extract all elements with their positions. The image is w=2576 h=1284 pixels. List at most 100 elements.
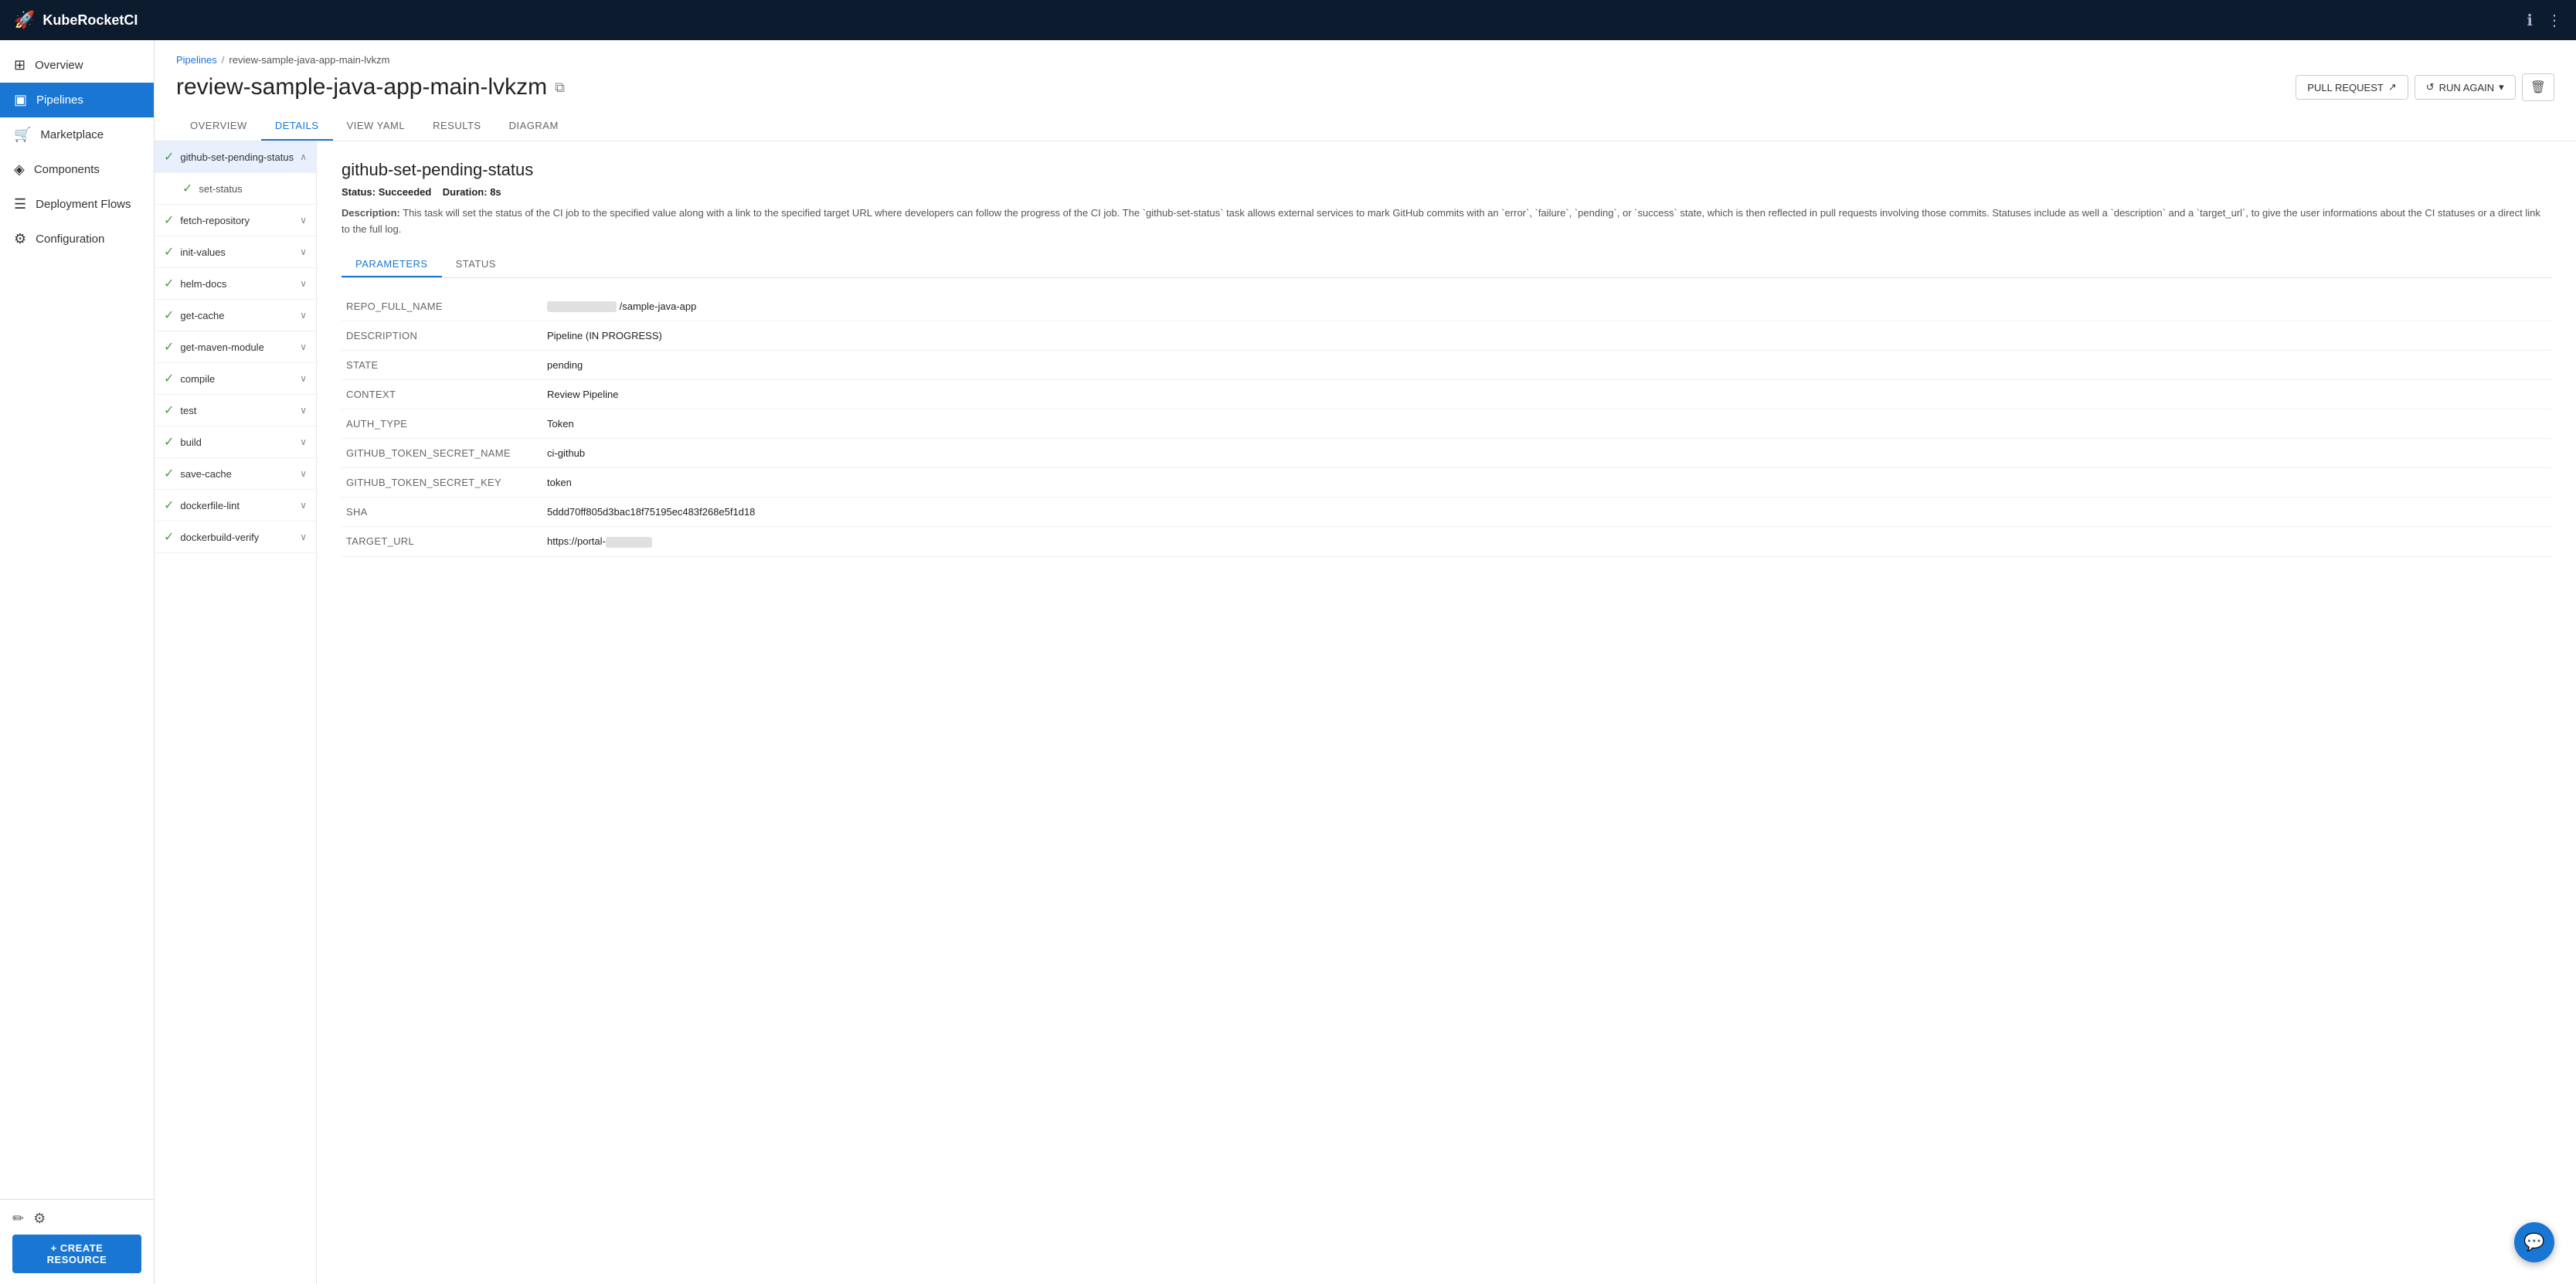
chevron-down-icon: ∨ xyxy=(300,310,307,321)
redacted-value xyxy=(547,301,617,312)
param-key: STATE xyxy=(342,351,542,380)
inner-tab-parameters[interactable]: PARAMETERS xyxy=(342,252,442,277)
detail-description: Description: This task will set the stat… xyxy=(342,206,2551,238)
sidebar-item-label: Configuration xyxy=(36,233,104,246)
more-options-icon[interactable]: ⋮ xyxy=(2547,11,2562,30)
table-row: REPO_FULL_NAME /sample-java-app xyxy=(342,292,2551,321)
content-body: ✓ github-set-pending-status ∧ ✓ set-stat… xyxy=(155,141,2576,1284)
pipeline-step-helm-docs[interactable]: ✓ helm-docs ∨ xyxy=(155,268,316,300)
step-check-icon: ✓ xyxy=(182,181,192,196)
description-label: Description: xyxy=(342,207,400,219)
breadcrumb: Pipelines / review-sample-java-app-main-… xyxy=(176,54,2554,66)
step-label: set-status xyxy=(199,183,307,195)
step-check-icon: ✓ xyxy=(164,244,174,260)
status-label: Status: xyxy=(342,186,376,198)
chevron-down-icon: ∨ xyxy=(300,468,307,479)
table-row: TARGET_URL https://portal- xyxy=(342,527,2551,557)
marketplace-icon: 🛒 xyxy=(14,127,31,143)
edit-icon[interactable]: ✏ xyxy=(12,1211,24,1227)
sidebar-item-overview[interactable]: ⊞ Overview xyxy=(0,48,154,83)
content-header: Pipelines / review-sample-java-app-main-… xyxy=(155,40,2576,141)
param-value: 5ddd70ff805d3bac18f75195ec483f268e5f1d18 xyxy=(542,498,2551,527)
header-actions: PULL REQUEST ↗ ↺ RUN AGAIN ▾ 🗑 xyxy=(2296,73,2554,101)
tab-results[interactable]: RESULTS xyxy=(419,112,495,141)
chevron-down-icon: ∨ xyxy=(300,500,307,511)
nav-brand: 🚀 KubeRocketCI xyxy=(14,10,138,30)
sidebar-item-label: Pipelines xyxy=(36,93,83,107)
step-label: github-set-pending-status xyxy=(180,151,294,163)
inner-tab-status[interactable]: STATUS xyxy=(442,252,510,277)
sidebar-nav: ⊞ Overview ▣ Pipelines 🛒 Marketplace ◈ C… xyxy=(0,40,154,1199)
redacted-value xyxy=(606,537,652,548)
step-label: get-maven-module xyxy=(180,341,294,353)
param-key: AUTH_TYPE xyxy=(342,409,542,439)
sidebar-bottom-icons: ✏ ⚙ xyxy=(12,1211,141,1227)
step-label: init-values xyxy=(180,246,294,258)
create-resource-button[interactable]: + CREATE RESOURCE xyxy=(12,1235,141,1273)
pipeline-step-save-cache[interactable]: ✓ save-cache ∨ xyxy=(155,458,316,490)
duration-label: Duration: xyxy=(443,186,488,198)
tab-overview[interactable]: OVERVIEW xyxy=(176,112,261,141)
run-again-icon: ↺ xyxy=(2426,81,2435,93)
app-logo: 🚀 xyxy=(14,10,35,30)
app-title: KubeRocketCI xyxy=(42,12,138,29)
copy-icon[interactable]: ⧉ xyxy=(555,80,565,96)
step-label: save-cache xyxy=(180,468,294,480)
sidebar: ⊞ Overview ▣ Pipelines 🛒 Marketplace ◈ C… xyxy=(0,40,155,1284)
param-key: REPO_FULL_NAME xyxy=(342,292,542,321)
sidebar-item-configuration[interactable]: ⚙ Configuration xyxy=(0,222,154,256)
sidebar-item-deployment-flows[interactable]: ☰ Deployment Flows xyxy=(0,187,154,222)
sidebar-item-label: Marketplace xyxy=(40,128,104,141)
pipeline-step-init-values[interactable]: ✓ init-values ∨ xyxy=(155,236,316,268)
step-label: build xyxy=(180,436,294,448)
step-check-icon: ✓ xyxy=(164,276,174,291)
table-row: GITHUB_TOKEN_SECRET_NAME ci-github xyxy=(342,439,2551,468)
info-icon[interactable]: ℹ xyxy=(2527,11,2533,30)
status-value: Succeeded xyxy=(379,186,432,198)
param-value: /sample-java-app xyxy=(542,292,2551,321)
pipeline-step-get-maven-module[interactable]: ✓ get-maven-module ∨ xyxy=(155,331,316,363)
pipeline-step-dockerfile-lint[interactable]: ✓ dockerfile-lint ∨ xyxy=(155,490,316,521)
pull-request-label: PULL REQUEST xyxy=(2307,82,2384,93)
pipeline-step-test[interactable]: ✓ test ∨ xyxy=(155,395,316,426)
step-label: get-cache xyxy=(180,310,294,321)
step-label: dockerbuild-verify xyxy=(180,532,294,543)
pipeline-step-compile[interactable]: ✓ compile ∨ xyxy=(155,363,316,395)
tab-diagram[interactable]: DIAGRAM xyxy=(495,112,573,141)
param-key: CONTEXT xyxy=(342,380,542,409)
table-row: DESCRIPTION Pipeline (IN PROGRESS) xyxy=(342,321,2551,351)
step-check-icon: ✓ xyxy=(164,212,174,228)
pipeline-step-get-cache[interactable]: ✓ get-cache ∨ xyxy=(155,300,316,331)
breadcrumb-pipelines-link[interactable]: Pipelines xyxy=(176,54,217,66)
pipeline-step-github-set-pending-status[interactable]: ✓ github-set-pending-status ∧ xyxy=(155,141,316,173)
param-value: Review Pipeline xyxy=(542,380,2551,409)
sidebar-item-pipelines[interactable]: ▣ Pipelines xyxy=(0,83,154,117)
settings-icon[interactable]: ⚙ xyxy=(33,1211,46,1227)
param-value: ci-github xyxy=(542,439,2551,468)
pipelines-icon: ▣ xyxy=(14,92,27,108)
table-row: SHA 5ddd70ff805d3bac18f75195ec483f268e5f… xyxy=(342,498,2551,527)
step-check-icon: ✓ xyxy=(164,339,174,355)
sidebar-item-components[interactable]: ◈ Components xyxy=(0,152,154,187)
param-value: pending xyxy=(542,351,2551,380)
pipeline-step-set-status[interactable]: ✓ set-status xyxy=(155,173,316,205)
pull-request-button[interactable]: PULL REQUEST ↗ xyxy=(2296,75,2408,100)
delete-button[interactable]: 🗑 xyxy=(2522,73,2554,101)
chevron-down-icon: ∨ xyxy=(300,215,307,226)
chevron-down-icon: ∨ xyxy=(300,246,307,257)
param-value: Token xyxy=(542,409,2551,439)
run-again-button[interactable]: ↺ RUN AGAIN ▾ xyxy=(2415,75,2516,100)
tab-details[interactable]: DETAILS xyxy=(261,112,333,141)
pipeline-step-fetch-repository[interactable]: ✓ fetch-repository ∨ xyxy=(155,205,316,236)
detail-title: github-set-pending-status xyxy=(342,160,2551,180)
table-row: CONTEXT Review Pipeline xyxy=(342,380,2551,409)
param-value: https://portal- xyxy=(542,527,2551,557)
param-value: token xyxy=(542,468,2551,498)
pipeline-step-dockerbuild-verify[interactable]: ✓ dockerbuild-verify ∨ xyxy=(155,521,316,553)
tab-view-yaml[interactable]: VIEW YAML xyxy=(333,112,420,141)
sidebar-item-marketplace[interactable]: 🛒 Marketplace xyxy=(0,117,154,152)
page-title-row: review-sample-java-app-main-lvkzm ⧉ PULL… xyxy=(176,73,2554,101)
chat-fab-button[interactable]: 💬 xyxy=(2514,1222,2554,1262)
pipeline-step-build[interactable]: ✓ build ∨ xyxy=(155,426,316,458)
param-key: GITHUB_TOKEN_SECRET_NAME xyxy=(342,439,542,468)
